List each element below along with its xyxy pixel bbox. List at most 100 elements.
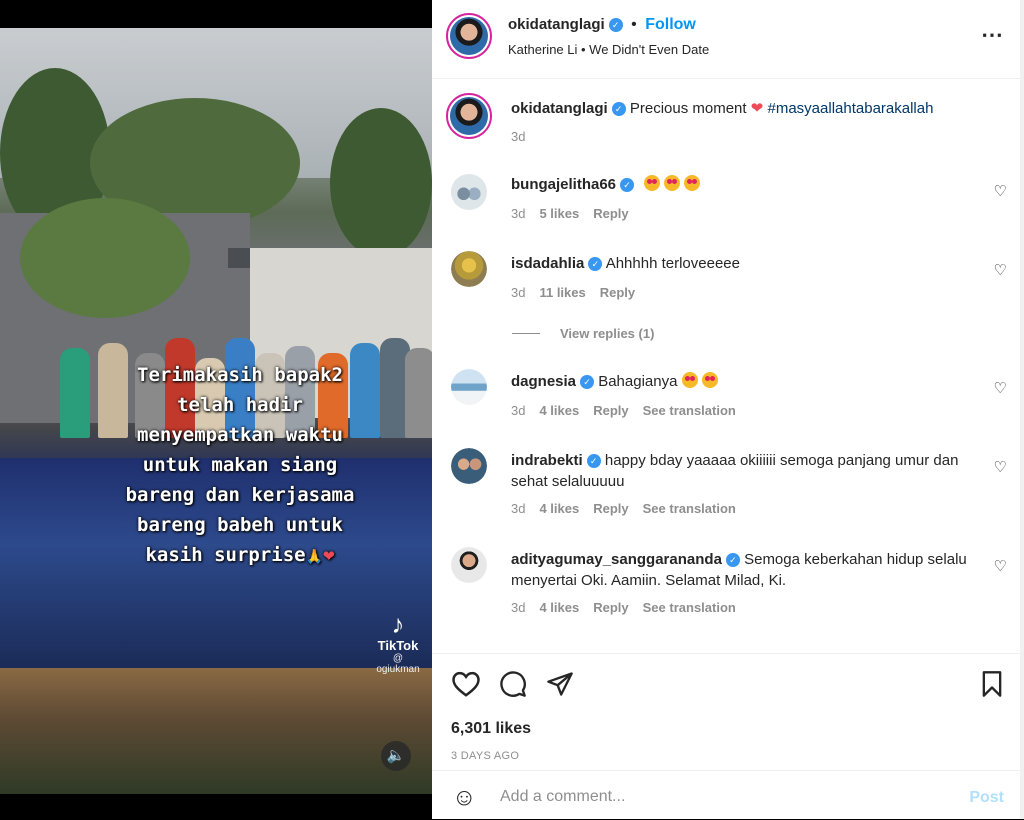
comment-username[interactable]: dagnesia [511,373,576,390]
verified-badge-icon: ✓ [620,178,635,192]
like-heart-icon[interactable] [451,670,481,705]
caption-meta: 3d [511,129,539,144]
likes-count[interactable]: 6,301 likes [451,720,531,738]
comment-likes[interactable]: 5 likes [539,206,579,221]
caption-time[interactable]: 3d [511,129,525,144]
overlay-line: untuk makan siang [142,454,338,476]
comment-meta: 3d 4 likes Reply See translation [511,600,750,615]
tiktok-logo-icon: ♪ [391,609,405,639]
view-replies-button[interactable]: View replies (1) [512,326,654,341]
commenter-avatar[interactable] [451,547,487,583]
share-paper-plane-icon[interactable] [546,670,574,705]
audio-track-link[interactable]: Katherine Li • We Didn't Even Date [508,42,709,57]
video-frangipani [20,198,190,318]
comment-time[interactable]: 3d [511,206,525,221]
comment-meta: 3d 4 likes Reply See translation [511,403,750,418]
tiktok-handle: @ ogiukman [376,653,420,675]
comment-username[interactable]: bungajelitha66 [511,176,616,193]
video-tree [330,108,432,258]
comment-time[interactable]: 3d [511,403,525,418]
comment-username[interactable]: indrabekti [511,452,583,469]
comment-body: Ahhhhh terloveeeee [605,255,740,272]
caption-hashtag[interactable]: #masyaallahtabarakallah [768,100,934,117]
heart-emoji-icon: ❤ [323,544,335,566]
emoji-picker-icon[interactable]: ☺ [452,784,477,812]
caption-body: Precious moment [629,100,747,117]
add-comment-input[interactable] [498,783,942,811]
heart-eyes-emoji-icon [681,372,722,390]
author-username[interactable]: okidatanglagi [508,16,605,33]
reply-button[interactable]: Reply [600,285,635,300]
overlay-line: menyempatkan waktu [137,424,343,446]
comment-time[interactable]: 3d [511,600,525,615]
commenter-avatar[interactable] [451,448,487,484]
verified-badge-icon: ✓ [580,375,595,389]
verified-badge-icon: ✓ [725,553,740,567]
post-comment-button[interactable]: Post [969,789,1004,807]
comment-text: bungajelitha66 ✓ [511,174,971,195]
replies-divider-line [512,333,540,334]
comment-time[interactable]: 3d [511,285,525,300]
tiktok-watermark: ♪ TikTok @ ogiukman [372,610,424,675]
caption-author-avatar[interactable] [446,93,492,139]
comment-text: adityagumay_sanggarananda ✓ Semoga keberk… [511,549,971,591]
like-comment-heart-icon[interactable]: ♡ [994,458,1007,476]
reply-button[interactable]: Reply [593,501,628,516]
post-header: okidatanglagi ✓ • Follow Katherine Li • W… [432,0,1024,79]
sound-toggle-icon[interactable]: 🔈 [381,741,411,771]
comment-text: dagnesia ✓ Bahagianya [511,371,971,392]
comment-meta: 3d 4 likes Reply See translation [511,501,750,516]
see-translation-button[interactable]: See translation [643,600,736,615]
video-overlay-text: Terimakasih bapak2 telah hadir menyempat… [40,360,440,572]
verified-badge-icon: ✓ [586,454,601,468]
heart-eyes-emoji-icon [644,175,704,193]
post-media: Terimakasih bapak2 telah hadir menyempat… [0,0,432,819]
comment-username[interactable]: adityagumay_sanggarananda [511,551,722,568]
commenter-avatar[interactable] [451,174,487,210]
comment-likes[interactable]: 4 likes [539,403,579,418]
comment-composer: ☺ Post [432,770,1024,820]
like-comment-heart-icon[interactable]: ♡ [994,557,1007,575]
comment-meta: 3d 11 likes Reply [511,285,649,300]
overlay-line: Terimakasih bapak2 [137,364,343,386]
comments-list: okidatanglagi ✓ Precious moment ❤ #masyaa… [432,79,1024,653]
comment-meta: 3d 5 likes Reply [511,206,643,221]
verified-badge-icon: ✓ [608,18,623,32]
follow-button[interactable]: Follow [645,16,696,33]
verified-badge-icon: ✓ [611,102,626,116]
caption-text: okidatanglagi ✓ Precious moment ❤ #masyaa… [511,98,971,119]
caption-username[interactable]: okidatanglagi [511,100,608,117]
like-comment-heart-icon[interactable]: ♡ [994,261,1007,279]
reply-button[interactable]: Reply [593,600,628,615]
comment-body: Bahagianya [598,373,678,390]
like-comment-heart-icon[interactable]: ♡ [994,182,1007,200]
see-translation-button[interactable]: See translation [643,403,736,418]
view-replies-label[interactable]: View replies (1) [560,326,654,341]
more-options-icon[interactable]: ⋯ [981,22,1004,48]
like-comment-heart-icon[interactable]: ♡ [994,379,1007,397]
tiktok-label: TikTok [377,638,419,653]
overlay-line: bareng babeh untuk [137,514,343,536]
author-line: okidatanglagi ✓ • Follow [508,16,696,34]
comment-likes[interactable]: 4 likes [539,600,579,615]
video-deck [0,668,432,794]
scrollbar[interactable] [1020,0,1024,819]
save-bookmark-icon[interactable] [979,670,1005,705]
reply-button[interactable]: Reply [593,403,628,418]
overlay-line: telah hadir [177,394,303,416]
reply-button[interactable]: Reply [593,206,628,221]
see-translation-button[interactable]: See translation [643,501,736,516]
commenter-avatar[interactable] [451,251,487,287]
separator-dot: • [631,16,637,33]
post-actions: 6,301 likes 3 DAYS AGO [432,653,1024,770]
comment-bubble-icon[interactable] [498,670,528,705]
comment-username[interactable]: isdadahlia [511,255,584,272]
commenter-avatar[interactable] [451,369,487,405]
comment-text: isdadahlia ✓ Ahhhhh terloveeeee [511,253,971,274]
comment-time[interactable]: 3d [511,501,525,516]
heart-emoji-icon: ❤ [750,100,764,117]
post-timestamp[interactable]: 3 DAYS AGO [451,750,519,762]
comment-likes[interactable]: 11 likes [539,285,585,300]
author-avatar[interactable] [446,13,492,59]
comment-likes[interactable]: 4 likes [539,501,579,516]
